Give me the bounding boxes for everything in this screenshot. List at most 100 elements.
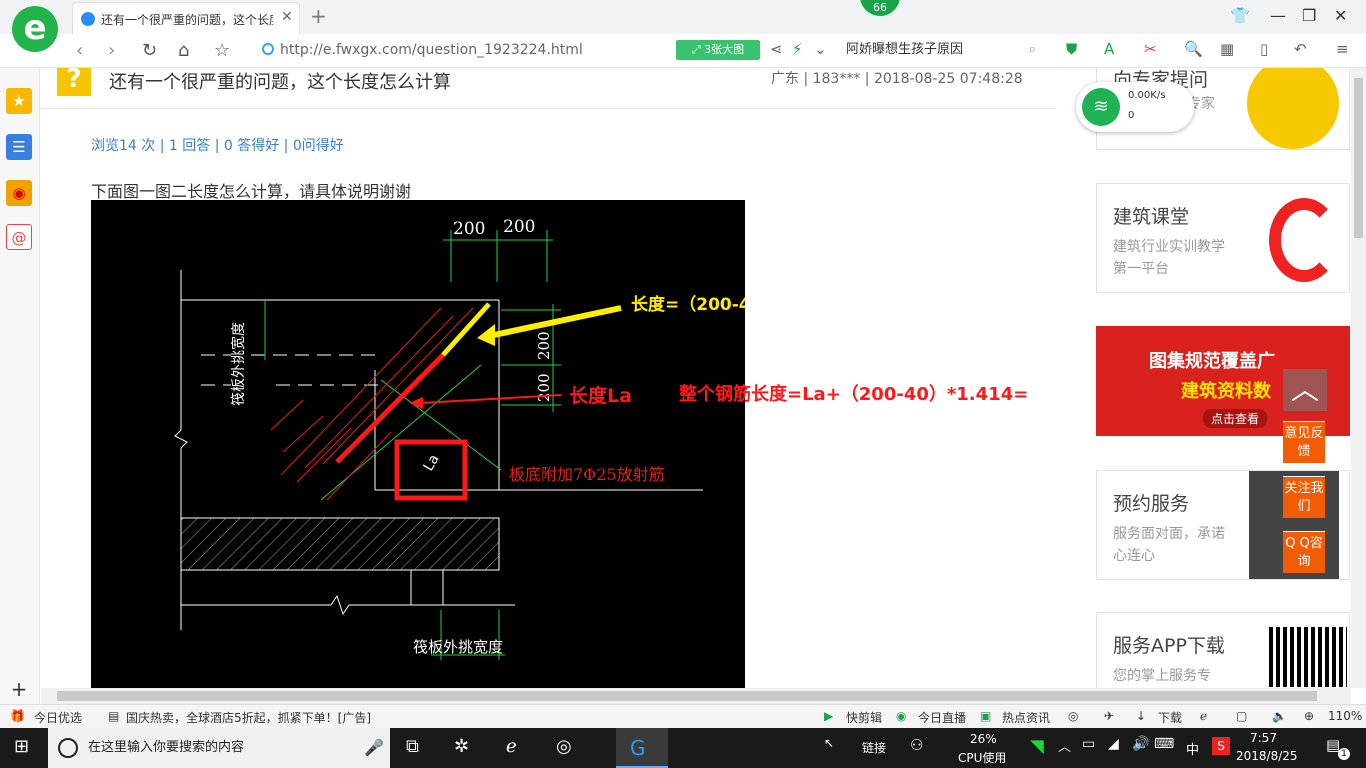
- horizontal-scrollbar[interactable]: [41, 688, 1351, 704]
- left-sidebar: ★ ☰ ◉ @ +: [0, 68, 40, 704]
- tab-close-icon[interactable]: ✕: [281, 9, 293, 25]
- back-icon[interactable]: ‹: [76, 40, 83, 61]
- keyboard-icon[interactable]: ⌨: [1154, 736, 1174, 752]
- menu-icon[interactable]: ≡: [1336, 40, 1349, 58]
- browser-logo[interactable]: e: [12, 6, 58, 52]
- follow-button[interactable]: 关注我们: [1283, 476, 1325, 518]
- zoom-icon[interactable]: ⊕: [1304, 709, 1314, 723]
- ime-indicator[interactable]: 中: [1186, 739, 1199, 758]
- shirt-icon[interactable]: 👕: [1230, 6, 1250, 25]
- ie-icon[interactable]: ℯ: [1200, 709, 1207, 723]
- taskbar-search[interactable]: 在这里输入你要搜索的内容 🎤: [48, 728, 390, 768]
- home-icon[interactable]: ⌂: [178, 40, 189, 61]
- star-icon[interactable]: ☆: [214, 40, 230, 61]
- clock-date[interactable]: 2018/8/25: [1236, 749, 1298, 763]
- taskbar: ⊞ 在这里输入你要搜索的内容 🎤 ⧉ ✲ ℯ ◎ G ↖ 链接 ⚇ 26% CP…: [0, 728, 1366, 768]
- network-widget[interactable]: ≋ 0.00K/s 0: [1076, 82, 1194, 132]
- booking-title: 预约服务: [1113, 493, 1190, 515]
- windows-start-icon[interactable]: ⊞: [14, 736, 29, 757]
- red-annotation: 长度La: [569, 384, 632, 407]
- apps-icon[interactable]: ▦: [1220, 40, 1234, 58]
- question-stats[interactable]: 浏览14 次 | 1 回答 | 0 答得好 | 0问得好: [91, 135, 344, 155]
- big-image-button[interactable]: ⤢ 3张大图: [676, 40, 760, 60]
- status-ad[interactable]: 国庆热卖，全球酒店5折起，抓紧下单！[广告]: [126, 709, 371, 726]
- cad-drawing[interactable]: 200 200 200 200 筏板外挑宽度 筏板外挑宽度 La 板底附加7Φ2…: [91, 200, 745, 688]
- today-pick[interactable]: 今日优选: [34, 709, 82, 726]
- active-browser-task[interactable]: G: [616, 728, 668, 768]
- mail-icon[interactable]: @: [6, 224, 32, 250]
- wifi-icon: ≋: [1082, 88, 1120, 126]
- news-icon[interactable]: ☰: [6, 134, 32, 160]
- new-tab-button[interactable]: +: [310, 4, 327, 28]
- scissors-icon[interactable]: ✂: [1144, 40, 1157, 58]
- today-live[interactable]: 今日直播: [918, 709, 966, 726]
- weibo-icon[interactable]: ◉: [6, 180, 32, 206]
- mic-icon[interactable]: 🎤: [364, 728, 384, 768]
- cpu-percent: 26%: [970, 732, 997, 746]
- doc-icon: ▤: [108, 709, 120, 723]
- taskbar-chevron-icon[interactable]: ↖: [824, 736, 834, 750]
- lightning-icon[interactable]: ⚡: [792, 40, 803, 58]
- clock-time[interactable]: 7:57: [1250, 731, 1277, 745]
- forward-icon[interactable]: ›: [108, 40, 115, 61]
- vertical-scrollbar[interactable]: [1351, 68, 1366, 688]
- pin-icon[interactable]: ✈: [1104, 709, 1114, 723]
- banner-cta[interactable]: 点击查看: [1203, 409, 1268, 428]
- download-label[interactable]: 下载: [1158, 709, 1182, 726]
- speaker-icon[interactable]: 🔊: [1132, 736, 1149, 752]
- shield-icon[interactable]: ⛊: [1066, 40, 1077, 58]
- close-window-icon[interactable]: ✕: [1334, 6, 1347, 25]
- window-icon[interactable]: ▢: [1236, 709, 1247, 723]
- minimize-icon[interactable]: —: [1270, 6, 1286, 25]
- phone-icon[interactable]: ▯: [1260, 40, 1268, 58]
- wifi-tray-icon[interactable]: ◥: [1030, 736, 1044, 757]
- question-title: 还有一个很严重的问题，这个长度怎么计算: [109, 72, 451, 93]
- big-image-label: 3张大图: [704, 43, 745, 56]
- question-icon: ?: [57, 68, 91, 96]
- notification-badge[interactable]: 66: [858, 0, 902, 18]
- chevron-down-icon[interactable]: ⌄: [814, 40, 827, 58]
- search-text: 阿娇曝想生孩子原因: [846, 42, 964, 57]
- network-icon[interactable]: ◢: [1108, 736, 1119, 752]
- share-icon[interactable]: ⋖: [770, 40, 783, 58]
- add-icon[interactable]: +: [6, 676, 32, 702]
- magnifier-icon[interactable]: 🔍: [1184, 40, 1203, 58]
- notification-count: 1: [1338, 748, 1350, 760]
- speed-icon[interactable]: ◎: [1068, 709, 1078, 723]
- zoom-level[interactable]: 110%: [1328, 709, 1362, 723]
- classroom-card[interactable]: 建筑课堂 建筑行业实训教学第一平台: [1096, 183, 1350, 293]
- active-tab[interactable]: 还有一个很严重的问题，这个长度怎么计算 ✕: [72, 2, 300, 34]
- edge-icon[interactable]: ℯ: [506, 736, 517, 757]
- red-rebar-line: [335, 353, 445, 464]
- sogou-icon[interactable]: S: [1212, 737, 1230, 755]
- fan-app-icon[interactable]: ✲: [454, 736, 469, 757]
- battery-icon[interactable]: ▭: [1082, 736, 1095, 752]
- hot-news[interactable]: 热点资讯: [1002, 709, 1050, 726]
- refresh-icon[interactable]: ↻: [142, 40, 157, 61]
- people-icon[interactable]: ⚇: [910, 736, 923, 754]
- volume-icon[interactable]: 🔈: [1272, 709, 1287, 723]
- qq-consult-button[interactable]: Q Q咨询: [1283, 531, 1325, 573]
- app-desc: 您的掌上服务专: [1113, 668, 1211, 684]
- undo-icon[interactable]: ↶: [1294, 40, 1307, 58]
- task-view-icon[interactable]: ⧉: [406, 736, 419, 757]
- search-box[interactable]: 阿娇曝想生孩子原因 ⌕: [846, 38, 1042, 62]
- tray-up-icon[interactable]: ︿: [1058, 736, 1071, 755]
- vscroll-thumb[interactable]: [1354, 78, 1363, 238]
- dim-top-right: 200: [503, 217, 535, 237]
- translate-icon[interactable]: A: [1104, 40, 1114, 58]
- favorites-icon[interactable]: ★: [6, 88, 32, 114]
- feedback-button[interactable]: 意见反馈: [1283, 421, 1325, 463]
- status-bar: 🎁 今日优选 ▤ 国庆热卖，全球酒店5折起，抓紧下单！[广告] ▶ 快剪辑 ◉ …: [0, 704, 1366, 728]
- link-label[interactable]: 链接: [862, 739, 886, 756]
- back-to-top-button[interactable]: ︿: [1283, 369, 1327, 411]
- hscroll-thumb[interactable]: [57, 691, 1317, 701]
- booking-desc: 服务面对面，承诺心连心: [1113, 526, 1225, 564]
- tab-title: 还有一个很严重的问题，这个长度怎么计算: [101, 13, 273, 27]
- browser-app-icon[interactable]: ◎: [556, 736, 572, 757]
- search-icon[interactable]: ⌕: [1029, 38, 1036, 62]
- restore-icon[interactable]: ❐: [1302, 6, 1316, 25]
- app-card[interactable]: 服务APP下载 您的掌上服务专: [1096, 612, 1350, 688]
- main-content: ? 还有一个很严重的问题，这个长度怎么计算 广东 | 183*** | 2018…: [41, 68, 1055, 688]
- quick-clip[interactable]: 快剪辑: [846, 709, 882, 726]
